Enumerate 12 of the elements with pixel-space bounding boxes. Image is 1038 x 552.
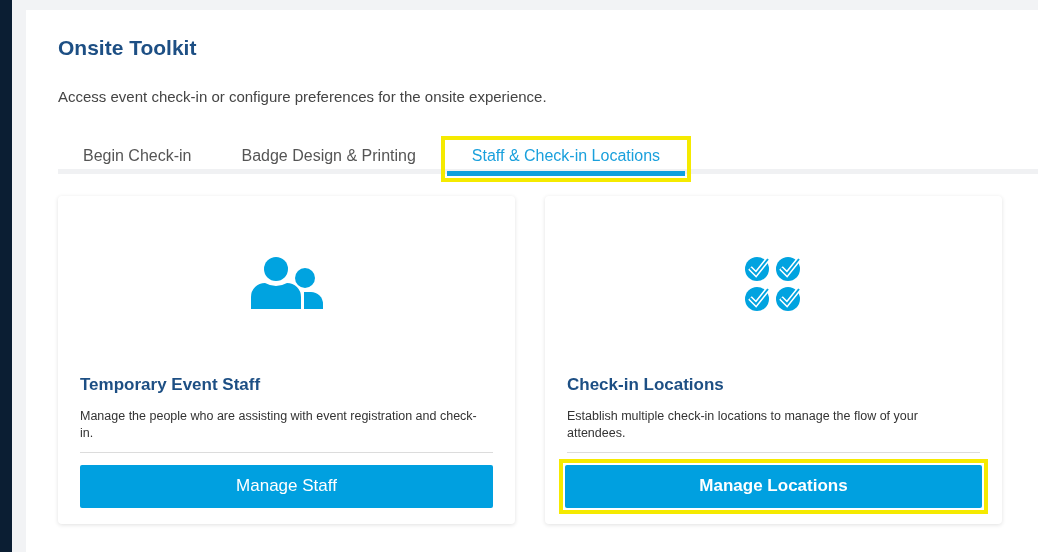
card-title: Check-in Locations xyxy=(567,374,724,396)
action-button[interactable]: Manage Locations xyxy=(565,464,982,508)
people-icon xyxy=(250,257,323,309)
page-title: Onsite Toolkit xyxy=(58,35,197,61)
card-description: Manage the people who are assisting with event registration and check-in. xyxy=(80,407,478,442)
tab[interactable]: Badge Design & Printing xyxy=(216,144,441,174)
page-description: Access event check-in or configure preferences for the onsite experience. xyxy=(58,86,547,107)
card-description: Establish multiple check-in locations to manage the flow of your attendees. xyxy=(567,407,919,442)
action-button[interactable]: Manage Staff xyxy=(80,464,493,508)
tab[interactable]: Staff & Check-in Locations xyxy=(446,146,686,176)
tab[interactable]: Begin Check-in xyxy=(58,144,217,174)
card-title: Temporary Event Staff xyxy=(80,374,261,396)
